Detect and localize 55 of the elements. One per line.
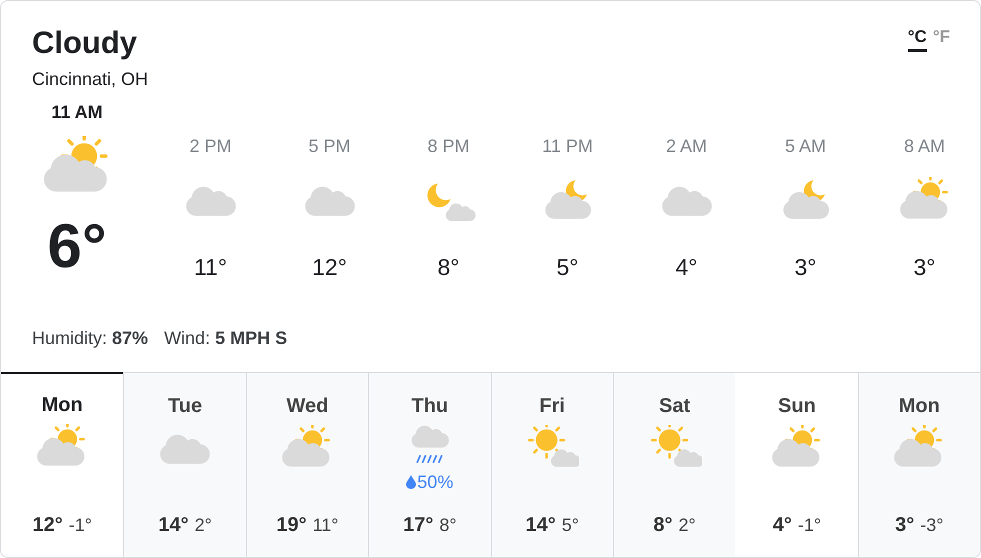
- hour-label: 11 AM: [51, 102, 103, 124]
- day-tile[interactable]: Mon 12° -1°: [1, 372, 124, 557]
- high-temperature: 12°: [32, 514, 63, 537]
- low-temperature: 2°: [678, 515, 696, 536]
- high-temperature: 3°: [895, 514, 914, 537]
- high-temperature: 14°: [158, 514, 189, 537]
- low-temperature: -1°: [798, 515, 822, 536]
- high-temperature: 8°: [653, 514, 673, 537]
- day-tile[interactable]: Fri 14° 5°: [490, 373, 613, 557]
- hour-label: 5 PM: [308, 136, 350, 158]
- low-temperature: -1°: [68, 515, 92, 536]
- detail-text: Humidity: 87%: [32, 328, 148, 350]
- hour-temperature: 3°: [794, 254, 816, 281]
- hour-temperature: 3°: [914, 254, 936, 281]
- low-temperature: -3°: [920, 515, 944, 536]
- high-temperature: 14°: [525, 514, 556, 537]
- high-temperature: 4°: [772, 514, 792, 537]
- high-temperature: 19°: [276, 514, 307, 537]
- day-tile[interactable]: Thu 50% 17° 8°: [368, 373, 490, 557]
- low-temperature: 2°: [194, 515, 212, 536]
- day-label: Mon: [898, 395, 940, 418]
- hour-temperature: 4°: [676, 254, 698, 281]
- hour-label: 11 PM: [542, 136, 593, 158]
- day-label: Sun: [778, 395, 816, 418]
- precipitation-chance: 50%: [406, 470, 454, 494]
- hour-label: 5 AM: [784, 136, 826, 158]
- day-tile[interactable]: Mon 3° -3°: [858, 373, 980, 557]
- current-temperature: 6°: [47, 212, 107, 282]
- day-label: Mon: [42, 394, 83, 417]
- hour-temperature: 5°: [556, 254, 578, 281]
- day-tile[interactable]: Wed 19° 11°: [246, 373, 368, 557]
- hour-temperature: 11°: [194, 254, 228, 281]
- day-label: Tue: [168, 395, 202, 418]
- hour-temperature: 8°: [438, 254, 460, 281]
- drop-icon: [406, 475, 416, 489]
- hour-label: 2 PM: [189, 136, 232, 158]
- high-temperature: 17°: [403, 514, 434, 537]
- day-tile[interactable]: Tue 14° 2°: [123, 373, 246, 557]
- day-tile[interactable]: Sat 8° 2°: [612, 373, 736, 557]
- detail-text: Wind: 5 MPH S: [164, 328, 288, 350]
- day-label: Wed: [286, 395, 328, 418]
- low-temperature: 8°: [439, 515, 457, 536]
- sun-cloud-icon: [525, 425, 580, 469]
- unit-toggle[interactable]: °C: [908, 27, 927, 52]
- hour-label: 8 AM: [904, 136, 946, 158]
- day-label: Fri: [539, 395, 565, 418]
- hour-label: 8 PM: [427, 136, 470, 158]
- hour-label: 2 AM: [666, 136, 708, 158]
- day-label: Thu: [411, 395, 448, 418]
- low-temperature: 11°: [312, 515, 338, 536]
- day-label: Sat: [659, 395, 690, 418]
- low-temperature: 5°: [562, 515, 579, 536]
- hour-temperature: 12°: [312, 254, 347, 281]
- location-label: Cincinnati, OH: [32, 69, 148, 90]
- condition-title: Cloudy: [32, 24, 138, 62]
